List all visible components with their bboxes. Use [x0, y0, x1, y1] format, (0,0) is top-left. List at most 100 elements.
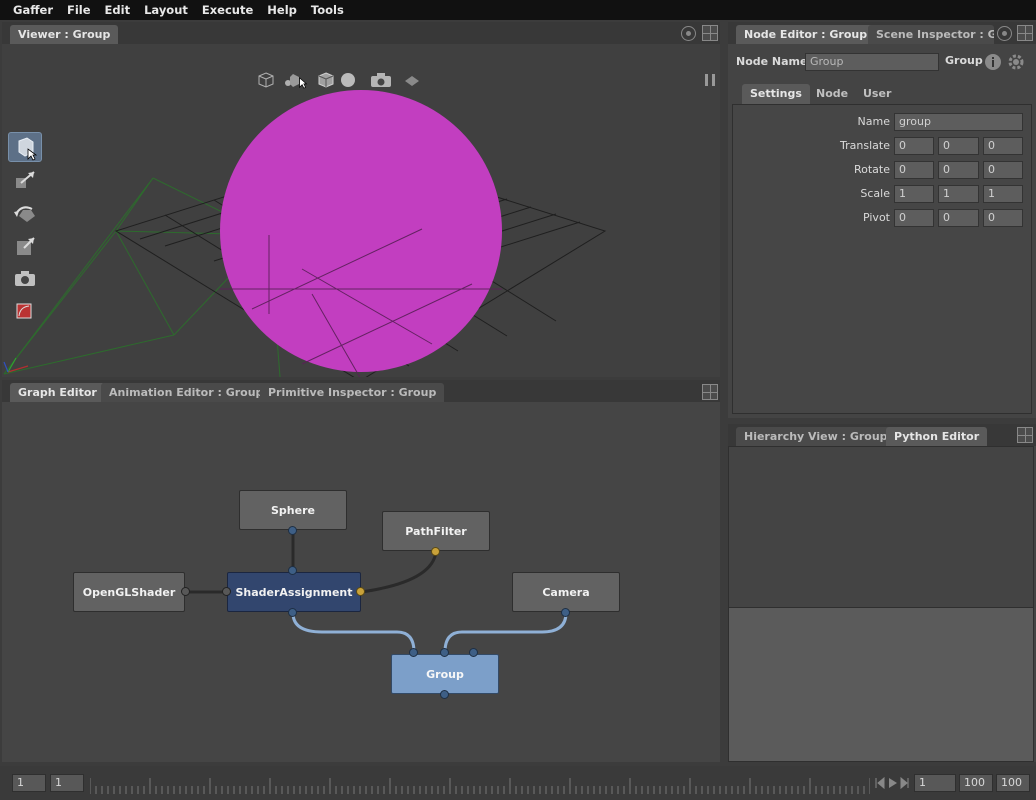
subtab-user[interactable]: User [855, 84, 899, 104]
name-label: Name [857, 115, 890, 128]
layout-menu-icon[interactable] [702, 384, 718, 400]
tab-scene-inspector[interactable]: Scene Inspector : Group [868, 25, 994, 44]
plug-group-in2[interactable] [469, 648, 478, 657]
translate-y-field[interactable]: 0 [938, 137, 979, 155]
tab-node-editor[interactable]: Node Editor : Group [736, 25, 876, 44]
subtab-settings[interactable]: Settings [742, 84, 810, 104]
viewport-3d[interactable] [2, 44, 720, 377]
rotate-z-field[interactable]: 0 [983, 161, 1023, 179]
plug-openglshader-out[interactable] [181, 587, 190, 596]
graph-editor-panel: Graph Editor Animation Editor : Group Pr… [2, 380, 720, 762]
plug-camera-out[interactable] [561, 608, 570, 617]
menu-edit[interactable]: Edit [98, 0, 138, 20]
node-shaderassignment[interactable]: ShaderAssignment [227, 572, 361, 612]
subtab-node[interactable]: Node [808, 84, 856, 104]
graph-editor-tabbar: Graph Editor Animation Editor : Group Pr… [2, 380, 720, 402]
viewer-tabbar: Viewer : Group [2, 22, 720, 44]
select-tool-icon [18, 137, 38, 161]
timeline-slider[interactable] [90, 774, 870, 794]
rotate-tool-icon [14, 206, 35, 222]
menu-tools[interactable]: Tools [304, 0, 351, 20]
camera-icon[interactable] [370, 72, 392, 88]
connection-to-group-in0 [291, 612, 416, 653]
node-name-field[interactable]: Group [805, 53, 939, 71]
crop-window-tool-button[interactable] [8, 296, 42, 326]
timeline-frame-field[interactable]: 1 [914, 774, 956, 792]
pivot-y-field[interactable]: 0 [938, 209, 979, 227]
python-input[interactable] [728, 607, 1034, 762]
plug-group-out[interactable] [440, 690, 449, 699]
plug-pathfilter-out[interactable] [431, 547, 440, 556]
timeline-start-field[interactable]: 1 [12, 774, 46, 792]
timeline-range-end-field[interactable]: 100 [996, 774, 1030, 792]
mouse-cursor-icon [299, 77, 308, 89]
camera-tool-button[interactable] [8, 264, 42, 294]
pin-icon[interactable] [681, 26, 696, 41]
pin-icon[interactable] [997, 26, 1012, 41]
plug-shaderassignment-out[interactable] [288, 608, 297, 617]
node-name-label: Node Name [736, 55, 808, 68]
timeline-current-frame-field[interactable]: 1 [50, 774, 84, 792]
translate-label: Translate [840, 139, 890, 152]
rotate-y-field[interactable]: 0 [938, 161, 979, 179]
menu-file[interactable]: File [60, 0, 98, 20]
translate-tool-icon [16, 171, 35, 188]
translate-z-field[interactable]: 0 [983, 137, 1023, 155]
tab-graph-editor[interactable]: Graph Editor [10, 383, 105, 402]
sphere-object[interactable] [220, 90, 502, 372]
scale-y-field[interactable]: 1 [938, 185, 979, 203]
select-tool-button[interactable] [8, 132, 42, 162]
pause-icon[interactable] [702, 72, 718, 88]
node-group[interactable]: Group [391, 654, 499, 694]
rotate-x-field[interactable]: 0 [894, 161, 934, 179]
tab-python-editor[interactable]: Python Editor [886, 427, 988, 446]
info-icon[interactable] [984, 53, 1002, 71]
node-openglshader[interactable]: OpenGLShader [73, 572, 185, 612]
scale-tool-icon [17, 237, 35, 255]
graph-canvas[interactable]: Sphere PathFilter OpenGLShader ShaderAss… [2, 402, 720, 762]
axis-gizmo [3, 357, 29, 373]
playback-controls[interactable] [874, 776, 910, 790]
camera-tool-icon [15, 271, 35, 286]
layout-menu-icon[interactable] [1017, 25, 1033, 41]
layout-menu-icon[interactable] [702, 25, 718, 41]
tab-animation-editor[interactable]: Animation Editor : Group [101, 383, 272, 402]
node-camera[interactable]: Camera [512, 572, 620, 612]
pivot-z-field[interactable]: 0 [983, 209, 1023, 227]
plug-group-in0[interactable] [409, 648, 418, 657]
timeline-end-field[interactable]: 100 [959, 774, 993, 792]
object-icon[interactable] [258, 72, 274, 88]
layers-icon[interactable] [404, 74, 420, 90]
node-pathfilter[interactable]: PathFilter [382, 511, 490, 551]
crop-window-tool-icon [16, 303, 32, 319]
scale-tool-button[interactable] [8, 232, 42, 262]
tab-viewer[interactable]: Viewer : Group [10, 25, 119, 44]
menu-layout[interactable]: Layout [137, 0, 195, 20]
plug-sphere-out[interactable] [288, 526, 297, 535]
gear-icon[interactable] [1007, 53, 1025, 71]
timeline: 1 1 1 100 100 [0, 766, 1036, 800]
layout-menu-icon[interactable] [1017, 427, 1033, 443]
python-editor-panel: Hierarchy View : Group Python Editor [728, 424, 1036, 762]
name-field[interactable]: group [894, 113, 1023, 131]
menu-execute[interactable]: Execute [195, 0, 260, 20]
menu-help[interactable]: Help [260, 0, 304, 20]
translate-tool-button[interactable] [8, 166, 42, 196]
tab-primitive-inspector[interactable]: Primitive Inspector : Group [260, 383, 445, 402]
plug-shaderassignment-shader[interactable] [222, 587, 231, 596]
menu-gaffer[interactable]: Gaffer [6, 0, 60, 20]
node-sphere[interactable]: Sphere [239, 490, 347, 530]
translate-x-field[interactable]: 0 [894, 137, 934, 155]
scale-x-field[interactable]: 1 [894, 185, 934, 203]
tab-hierarchy-view[interactable]: Hierarchy View : Group [736, 427, 896, 446]
rotate-tool-button[interactable] [8, 200, 42, 230]
plug-group-in1[interactable] [440, 648, 449, 657]
python-editor-tabbar: Hierarchy View : Group Python Editor [728, 424, 1036, 446]
pivot-x-field[interactable]: 0 [894, 209, 934, 227]
scale-z-field[interactable]: 1 [983, 185, 1023, 203]
plug-shaderassignment-filter[interactable] [356, 587, 365, 596]
plug-shaderassignment-in[interactable] [288, 566, 297, 575]
connection-filter [360, 551, 438, 594]
sphere-shading-icon[interactable] [340, 72, 356, 88]
wireframe-cube-icon[interactable] [318, 72, 334, 88]
